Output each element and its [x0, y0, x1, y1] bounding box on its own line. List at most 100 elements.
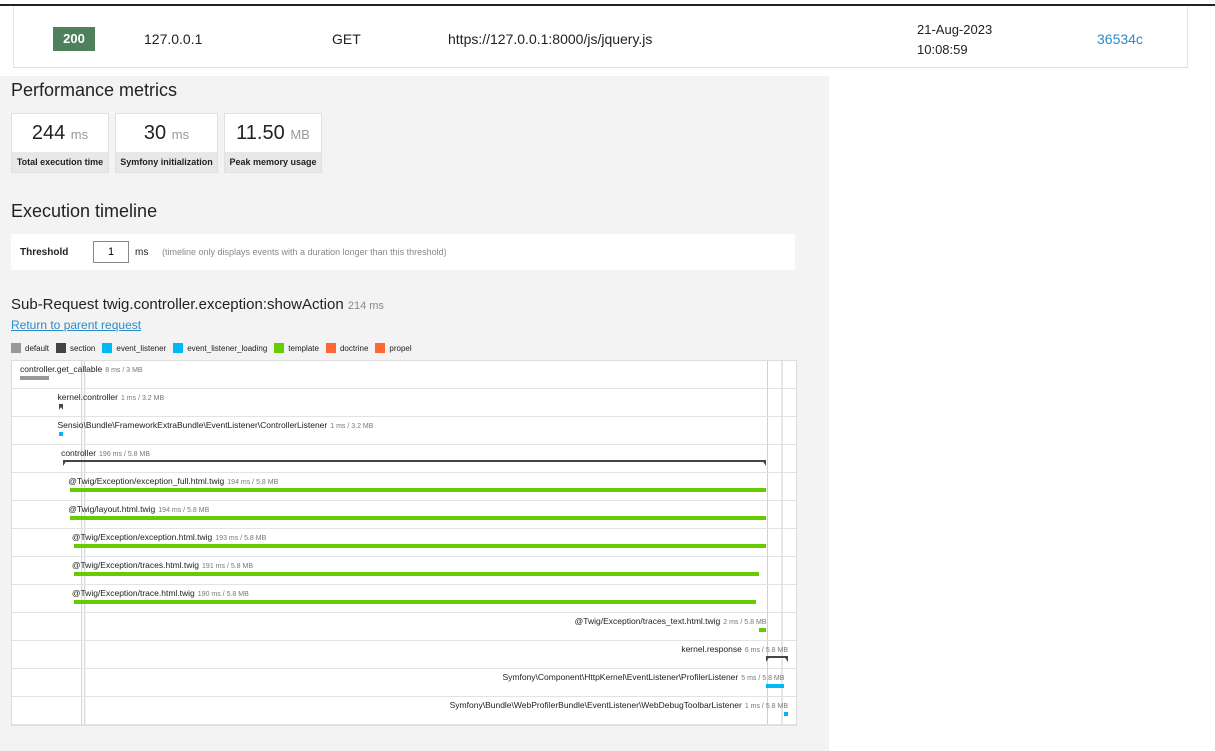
legend-swatch: [56, 343, 67, 353]
request-ip: 127.0.0.1: [144, 31, 203, 47]
subrequest-title: Sub-Request twig.controller.exception:sh…: [11, 296, 384, 313]
metric-unit: ms: [70, 127, 89, 142]
timeline-chart: controller.get_callable 8 ms / 3 MB kernel…: [11, 360, 797, 726]
timeline-event-bar[interactable]: [59, 404, 64, 410]
timeline-event-bar[interactable]: [759, 628, 767, 632]
timeline-event-name: @Twig/Exception/exception_full.html.twig: [68, 476, 225, 486]
timeline-event-meta: 196 ms / 5.8 MB: [99, 451, 150, 458]
timeline-event-bar[interactable]: [70, 488, 767, 492]
timeline-event-label: controller.get_callable 8 ms / 3 MB: [20, 364, 143, 374]
threshold-input[interactable]: [93, 241, 129, 263]
metric-total-execution-time: 244 ms Total execution time: [11, 113, 109, 173]
timeline-event-label: @Twig/layout.html.twig 194 ms / 5.8 MB: [68, 504, 209, 514]
timeline-row: Symfony\Bundle\WebProfilerBundle\EventLi…: [12, 697, 796, 725]
timeline-event-bar[interactable]: [20, 376, 49, 380]
legend-swatch: [325, 343, 336, 353]
legend-item[interactable]: event_listener_loading: [173, 343, 267, 353]
execution-timeline-heading: Execution timeline: [11, 201, 158, 221]
timeline-event-bar[interactable]: [784, 712, 788, 716]
timeline-event-name: @Twig/Exception/exception.html.twig: [71, 532, 213, 542]
subrequest-duration: 214 ms: [347, 300, 384, 312]
legend-item[interactable]: section: [56, 343, 95, 353]
timeline-event-name: Symfony\Bundle\WebProfilerBundle\EventLi…: [449, 700, 742, 710]
timeline-event-name: @Twig/Exception/trace.html.twig: [71, 588, 195, 598]
metric-value: 244: [31, 122, 66, 144]
timeline-event-label: controller 196 ms / 5.8 MB: [61, 448, 150, 458]
threshold-help: (timeline only displays events with a du…: [162, 247, 447, 257]
timeline-event-name: controller.get_callable: [20, 364, 103, 374]
timeline-event-name: @Twig/Exception/traces_text.html.twig: [574, 616, 721, 626]
section-bracket-left: [63, 460, 68, 466]
timeline-row: @Twig/Exception/trace.html.twig 190 ms / …: [12, 585, 796, 613]
timeline-event-bar[interactable]: [766, 656, 788, 662]
legend-item[interactable]: event_listener: [102, 343, 166, 353]
timeline-event-meta: 194 ms / 5.8 MB: [227, 479, 279, 486]
timeline-event-meta: 191 ms / 5.8 MB: [202, 563, 253, 570]
timeline-event-label: Sensio\Bundle\FrameworkExtraBundle\Event…: [57, 420, 373, 430]
legend-label: template: [288, 343, 319, 353]
timeline-event-name: kernel.response: [681, 644, 742, 654]
timeline-event-name: Sensio\Bundle\FrameworkExtraBundle\Event…: [57, 420, 328, 430]
metric-label: Total execution time: [12, 152, 108, 172]
timeline-event-meta: 193 ms / 5.8 MB: [215, 535, 267, 542]
timeline-event-name: Symfony\Component\HttpKernel\EventListen…: [502, 672, 739, 682]
timeline-event-label: Symfony\Bundle\WebProfilerBundle\EventLi…: [450, 700, 788, 710]
timeline-event-name: @Twig/Exception/traces.html.twig: [71, 560, 200, 570]
timeline-event-label: @Twig/Exception/exception_full.html.twig…: [68, 476, 278, 486]
timeline-event-bar[interactable]: [73, 544, 767, 548]
legend-item[interactable]: template: [274, 343, 319, 353]
legend-label: section: [70, 343, 96, 353]
timeline-event-bar[interactable]: [63, 460, 767, 466]
timeline-event-meta: 8 ms / 3 MB: [105, 367, 143, 374]
timeline-row: @Twig/Exception/traces.html.twig 191 ms /…: [12, 557, 796, 585]
timeline-event-name: kernel.controller: [57, 392, 118, 402]
timeline-event-meta: 1 ms / 3.2 MB: [330, 423, 374, 430]
threshold-unit: ms: [135, 247, 149, 258]
timeline-event-bar[interactable]: [766, 684, 785, 688]
request-row[interactable]: 200 127.0.0.1 GET https://127.0.0.1:8000…: [13, 6, 1188, 68]
timeline-row: Sensio\Bundle\FrameworkExtraBundle\Event…: [12, 417, 796, 445]
timeline-row: controller.get_callable 8 ms / 3 MB: [12, 361, 796, 389]
timeline-row: kernel.controller 1 ms / 3.2 MB: [12, 389, 796, 417]
section-bracket-right: [762, 460, 767, 466]
metric-label: Symfony initialization: [116, 152, 217, 172]
timeline-row: @Twig/Exception/traces_text.html.twig 2 m…: [12, 613, 796, 641]
legend-swatch: [102, 343, 113, 353]
section-bracket-left: [766, 656, 771, 662]
metric-label: Peak memory usage: [225, 152, 321, 172]
section-bracket-right: [59, 404, 64, 410]
request-date: 21-Aug-2023: [917, 22, 993, 37]
timeline-event-bar[interactable]: [59, 432, 64, 436]
timeline-event-name: @Twig/layout.html.twig: [68, 504, 156, 514]
metric-value: 11.50: [236, 122, 285, 144]
legend-label: doctrine: [339, 343, 369, 353]
timeline-event-bar[interactable]: [73, 600, 756, 604]
return-to-parent-link[interactable]: Return to parent request: [11, 318, 141, 332]
legend-item[interactable]: propel: [375, 343, 412, 353]
timeline-event-bar[interactable]: [70, 516, 767, 520]
timeline-row: Symfony\Component\HttpKernel\EventListen…: [12, 669, 796, 697]
timeline-row: @Twig/Exception/exception.html.twig 193 m…: [12, 529, 796, 557]
timeline-event-label: @Twig/Exception/exception.html.twig 193 m…: [72, 532, 266, 542]
legend-label: default: [25, 343, 50, 353]
metric-value: 30: [143, 122, 167, 144]
timeline-event-label: kernel.response 6 ms / 5.8 MB: [681, 644, 788, 654]
metric-unit: ms: [171, 127, 190, 142]
timeline-event-meta: 5 ms / 5.8 MB: [741, 675, 785, 682]
legend-item[interactable]: doctrine: [325, 343, 369, 353]
legend-swatch: [375, 343, 386, 353]
timeline-event-bar[interactable]: [73, 572, 760, 576]
section-bracket-right: [783, 656, 788, 662]
timeline-event-meta: 6 ms / 5.8 MB: [744, 647, 788, 654]
timeline-row: @Twig/Exception/exception_full.html.twig…: [12, 473, 796, 501]
timeline-legend: default section event_listener event_listen…: [11, 342, 419, 354]
legend-label: event_listener_loading: [187, 343, 268, 353]
legend-item[interactable]: default: [11, 343, 49, 353]
timeline-event-meta: 194 ms / 5.8 MB: [158, 507, 210, 514]
request-token-link[interactable]: 36534c: [1097, 31, 1143, 47]
legend-swatch: [274, 343, 285, 353]
timeline-row: controller 196 ms / 5.8 MB: [12, 445, 796, 473]
timeline-event-meta: 1 ms / 5.8 MB: [744, 703, 788, 710]
request-method: GET: [332, 31, 361, 47]
request-time: 10:08:59: [917, 42, 968, 57]
